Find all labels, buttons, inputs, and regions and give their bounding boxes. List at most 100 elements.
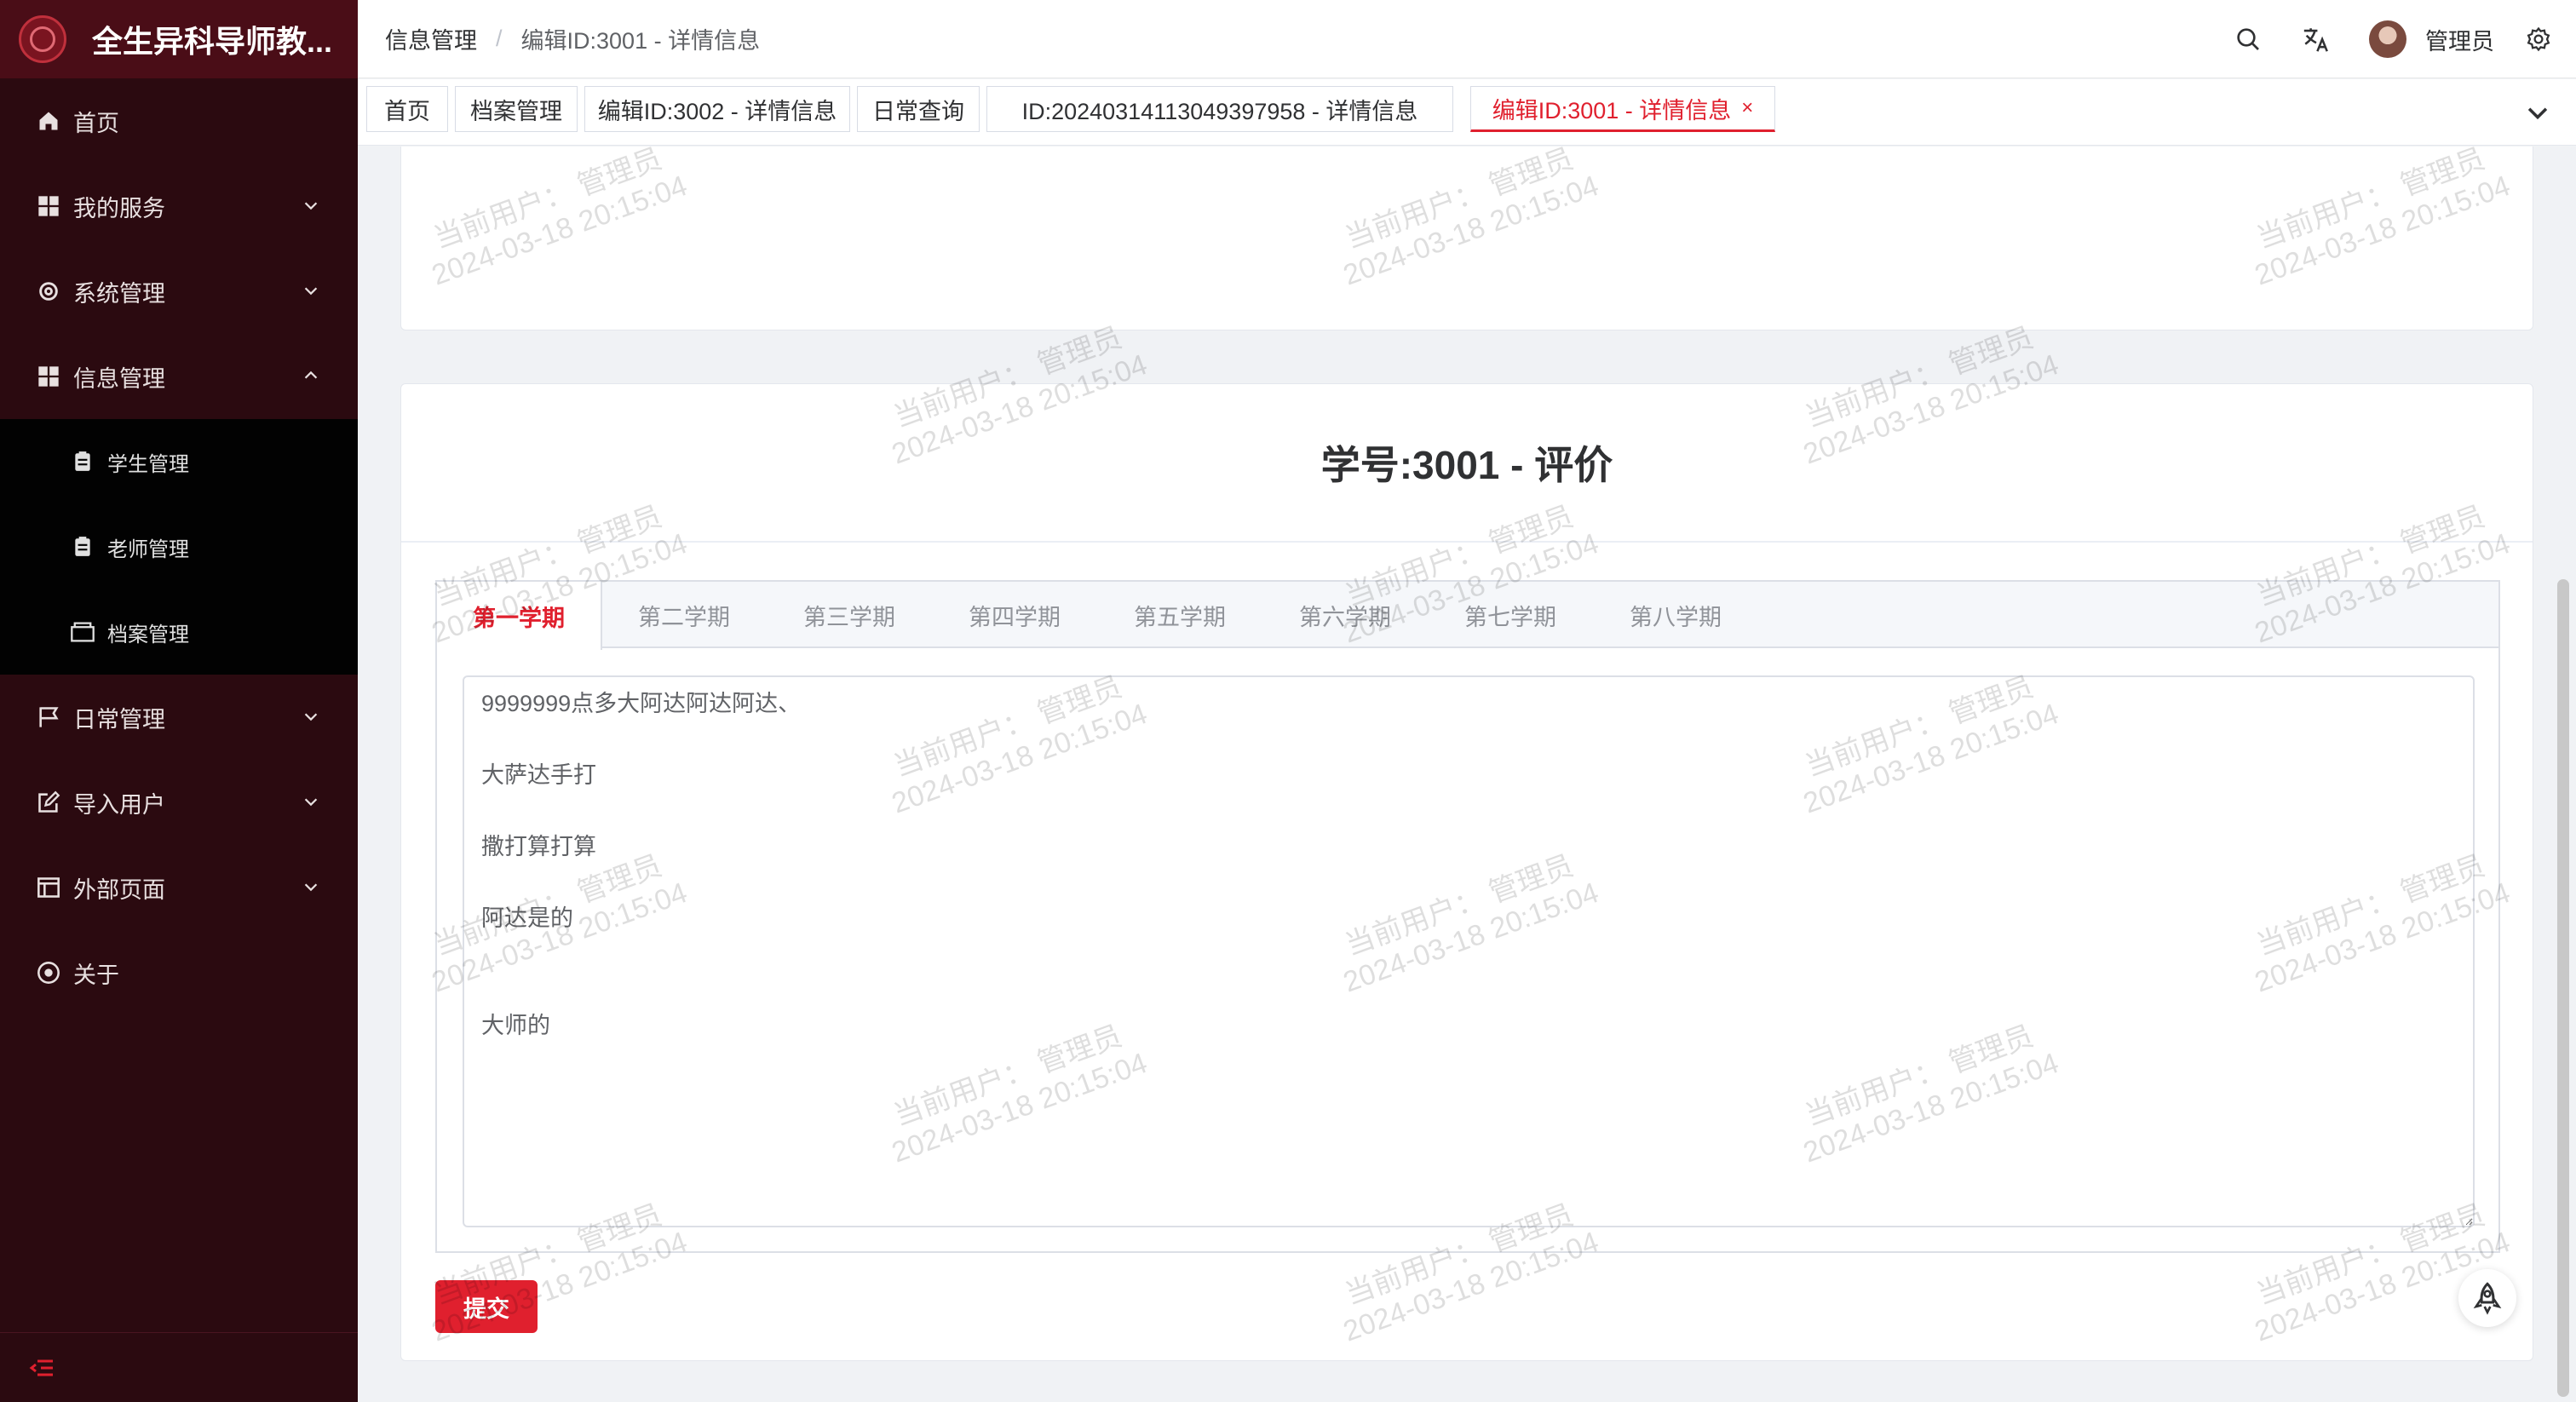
tab-semester-7[interactable]: 第七学期	[1464, 582, 1556, 648]
search-button[interactable]	[2229, 20, 2267, 58]
evaluation-card: 学号:3001 - 评价 第一学期 第二学期 第三学期 第四学期 第五学期 第六…	[400, 383, 2533, 1361]
sidebar-item-label: 老师管理	[107, 537, 189, 561]
sidebar-item-label: 我的服务	[73, 195, 165, 221]
breadcrumb-current: 编辑ID:3001 - 详情信息	[520, 28, 761, 54]
chevron-down-icon	[304, 287, 318, 296]
tag-label: 日常查询	[872, 98, 964, 124]
collapse-sidebar-button[interactable]	[0, 1332, 358, 1402]
chevron-down-icon	[304, 713, 318, 721]
sidebar-item-label: 关于	[73, 962, 119, 988]
sidebar-item-import-users[interactable]: 导入用户	[0, 760, 358, 845]
tab-label: 第二学期	[638, 604, 730, 630]
rocket-icon	[2473, 1282, 2502, 1315]
sidebar-item-students[interactable]: 学生管理	[0, 419, 358, 504]
settings-button[interactable]	[2520, 20, 2557, 58]
sidebar-item-label: 导入用户	[73, 791, 165, 818]
username[interactable]: 管理员	[2425, 23, 2494, 56]
home-icon	[36, 108, 61, 134]
clipboard-icon	[70, 534, 95, 560]
tag-label: ID:20240314113049397958 - 详情信息	[1021, 98, 1418, 124]
tag-label: 编辑ID:3001 - 详情信息	[1492, 97, 1732, 124]
tab-semester-8[interactable]: 第八学期	[1630, 582, 1722, 648]
page-title: 学号:3001 - 评价	[401, 384, 2533, 543]
tag-label: 档案管理	[470, 98, 562, 124]
tag-label: 编辑ID:3002 - 详情信息	[597, 98, 837, 124]
scrollbar[interactable]	[2557, 579, 2569, 1397]
tab-semester-3[interactable]: 第三学期	[803, 582, 895, 648]
tags-bar: 首页 档案管理 编辑ID:3002 - 详情信息 日常查询 ID:2024031…	[358, 79, 2576, 146]
clipboard-icon	[70, 449, 95, 474]
search-icon	[2237, 28, 2259, 50]
avatar[interactable]	[2369, 20, 2406, 58]
gear-icon	[2527, 26, 2550, 52]
info-icon	[36, 960, 61, 985]
flag-icon	[36, 704, 61, 730]
sidebar-item-label: 档案管理	[107, 623, 189, 646]
tab-semester-5[interactable]: 第五学期	[1134, 582, 1226, 648]
grid-icon	[36, 193, 61, 219]
sidebar: 全生异科导师教... 首页 我的服务 系统管理 信息管理 学生管理 老师管理 档…	[0, 0, 358, 1402]
app-title: 全生异科导师教...	[92, 24, 333, 59]
sidebar-item-daily[interactable]: 日常管理	[0, 675, 358, 760]
submit-button[interactable]: 提交	[435, 1280, 538, 1333]
tab-label: 第八学期	[1630, 604, 1722, 630]
tag-daily-query[interactable]: 日常查询	[857, 86, 980, 132]
tab-semester-4[interactable]: 第四学期	[969, 582, 1061, 648]
semester-tabs: 第一学期 第二学期 第三学期 第四学期 第五学期 第六学期 第七学期 第八学期 …	[435, 580, 2500, 1253]
tag-record-detail[interactable]: ID:20240314113049397958 - 详情信息	[986, 86, 1453, 132]
tab-label: 第五学期	[1134, 604, 1226, 630]
logo-bar: 全生异科导师教...	[0, 0, 358, 78]
sidebar-item-external[interactable]: 外部页面	[0, 845, 358, 930]
chevron-down-icon[interactable]	[2523, 98, 2552, 127]
tab-label: 第一学期	[473, 605, 565, 631]
sidebar-item-teachers[interactable]: 老师管理	[0, 504, 358, 589]
logo	[19, 15, 66, 63]
sidebar-item-label: 学生管理	[107, 452, 189, 476]
sidebar-item-label: 信息管理	[73, 365, 165, 392]
sidebar-item-info[interactable]: 信息管理	[0, 334, 358, 419]
sidebar-item-system[interactable]: 系统管理	[0, 249, 358, 334]
collapse-icon	[29, 1359, 53, 1376]
chevron-down-icon	[304, 202, 318, 210]
tab-label: 第七学期	[1464, 604, 1556, 630]
main-content: 学号:3001 - 评价 第一学期 第二学期 第三学期 第四学期 第五学期 第六…	[358, 147, 2576, 1402]
evaluation-textarea[interactable]: 9999999点多大阿达阿达阿达、 大萨达手打 撒打算打算 阿达是的 大师的	[463, 675, 2475, 1227]
grid-icon	[36, 364, 61, 389]
breadcrumb: 信息管理 / 编辑ID:3001 - 详情信息	[385, 22, 760, 55]
chevron-down-icon	[304, 883, 318, 892]
tag-archives[interactable]: 档案管理	[455, 86, 578, 132]
tabs-header: 第一学期 第二学期 第三学期 第四学期 第五学期 第六学期 第七学期 第八学期	[437, 582, 2498, 650]
chevron-down-icon	[304, 798, 318, 807]
tag-home[interactable]: 首页	[366, 86, 448, 132]
breadcrumb-item[interactable]: 信息管理	[385, 22, 477, 55]
close-icon[interactable]: ×	[1741, 96, 1753, 120]
tab-semester-1[interactable]: 第一学期	[437, 582, 602, 650]
gear-icon	[36, 279, 61, 304]
chevron-up-icon	[304, 371, 318, 379]
edit-icon	[36, 790, 61, 815]
tag-edit-3002[interactable]: 编辑ID:3002 - 详情信息	[584, 86, 850, 132]
sidebar-item-archives[interactable]: 档案管理	[0, 589, 358, 675]
header-actions: 管理员	[2229, 0, 2576, 78]
tab-label: 第三学期	[803, 604, 895, 630]
header: 信息管理 / 编辑ID:3001 - 详情信息 管理员	[358, 0, 2576, 78]
tab-semester-6[interactable]: 第六学期	[1299, 582, 1391, 648]
archive-icon	[70, 619, 95, 645]
sidebar-item-label: 日常管理	[73, 706, 165, 733]
tab-label: 第四学期	[969, 604, 1061, 630]
layout-icon	[36, 875, 61, 900]
back-to-top-button[interactable]	[2458, 1269, 2516, 1327]
sidebar-item-about[interactable]: 关于	[0, 930, 358, 1015]
detail-card	[400, 147, 2533, 330]
submenu-info: 学生管理 老师管理 档案管理	[0, 419, 358, 675]
translate-icon	[2303, 28, 2328, 52]
sidebar-item-label: 首页	[73, 110, 119, 136]
tab-label: 第六学期	[1299, 604, 1391, 630]
sidebar-item-my-services[interactable]: 我的服务	[0, 164, 358, 249]
sidebar-item-home[interactable]: 首页	[0, 78, 358, 164]
language-button[interactable]	[2297, 20, 2335, 58]
sidebar-item-label: 外部页面	[73, 876, 165, 903]
tag-edit-3001[interactable]: 编辑ID:3001 - 详情信息 ×	[1470, 86, 1775, 132]
tab-semester-2[interactable]: 第二学期	[638, 582, 730, 648]
tag-label: 首页	[384, 98, 430, 124]
